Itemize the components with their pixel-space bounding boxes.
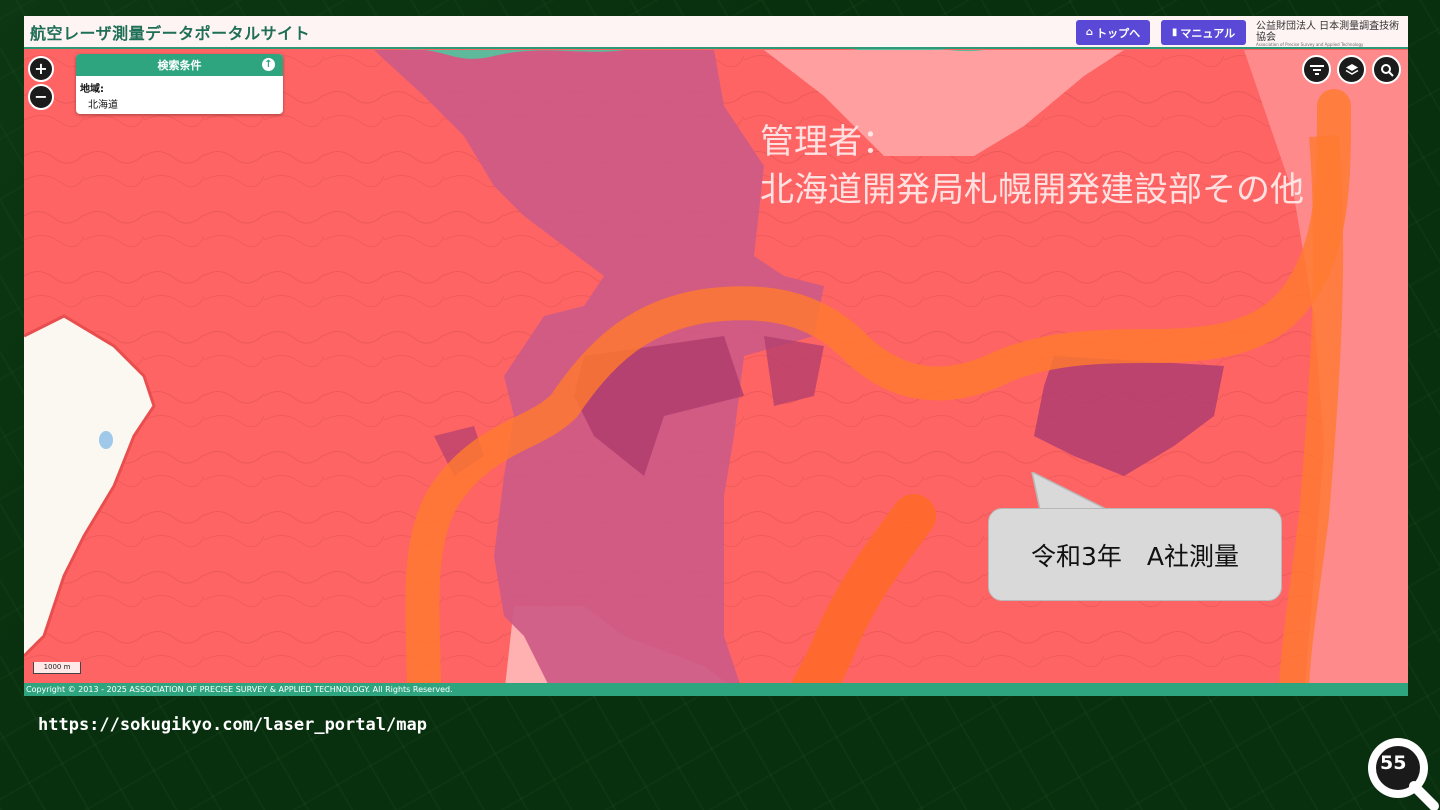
plus-icon: +	[34, 59, 48, 78]
search-conditions-panel: 検索条件 ↑ 地域: 北海道	[76, 54, 283, 114]
annotation-manager: 管理者： 北海道開発局札幌開発建設部その他	[760, 118, 1304, 214]
manual-button-label: マニュアル	[1180, 26, 1236, 40]
collapse-arrow-icon[interactable]: ↑	[262, 58, 275, 71]
manual-button[interactable]: ▮ マニュアル	[1161, 20, 1246, 45]
top-button[interactable]: ⌂ トップへ	[1076, 20, 1150, 45]
zoom-out-button[interactable]: −	[28, 84, 54, 110]
map-portal: 航空レーザ測量データポータルサイト ⌂ トップへ ▮ マニュアル 公益財団法人 …	[24, 16, 1408, 696]
layers-icon	[1345, 63, 1358, 75]
organization-logo[interactable]: 公益財団法人 日本測量調査技術協会 Association of Precise…	[1256, 21, 1406, 48]
survey-callout: 令和3年 A社測量	[988, 508, 1282, 601]
scale-bar: 1000 m	[33, 662, 81, 674]
search-icon	[1380, 63, 1394, 77]
search-button[interactable]	[1372, 55, 1401, 84]
minus-icon: −	[34, 87, 48, 106]
layers-button[interactable]	[1337, 55, 1366, 84]
callout-text: 令和3年 A社測量	[1030, 541, 1239, 571]
region-label: 地域:	[80, 84, 104, 95]
region-value: 北海道	[88, 100, 118, 111]
annotation-line-2: 北海道開発局札幌開発建設部その他	[760, 170, 1304, 210]
org-name: 公益財団法人 日本測量調査技術協会	[1256, 21, 1400, 43]
copyright-footer: Copyright © 2013 - 2025 ASSOCIATION OF P…	[24, 683, 1408, 696]
portal-header: 航空レーザ測量データポータルサイト ⌂ トップへ ▮ マニュアル 公益財団法人 …	[24, 16, 1408, 49]
zoom-in-button[interactable]: +	[28, 56, 54, 82]
filter-icon	[1309, 64, 1324, 75]
search-panel-header[interactable]: 検索条件 ↑	[76, 54, 283, 76]
top-button-label: トップへ	[1096, 26, 1141, 40]
lake	[99, 431, 113, 449]
book-icon: ▮	[1171, 27, 1178, 38]
filter-button[interactable]	[1302, 55, 1331, 84]
page-number: 55	[1380, 752, 1407, 774]
org-subtitle: Association of Precise Survey and Applie…	[1256, 42, 1364, 47]
portal-url: https://sokugikyo.com/laser_portal/map	[38, 715, 427, 735]
home-icon: ⌂	[1085, 27, 1094, 38]
site-title[interactable]: 航空レーザ測量データポータルサイト	[30, 20, 310, 44]
annotation-line-1: 管理者：	[760, 122, 896, 162]
search-panel-title: 検索条件	[157, 59, 202, 72]
